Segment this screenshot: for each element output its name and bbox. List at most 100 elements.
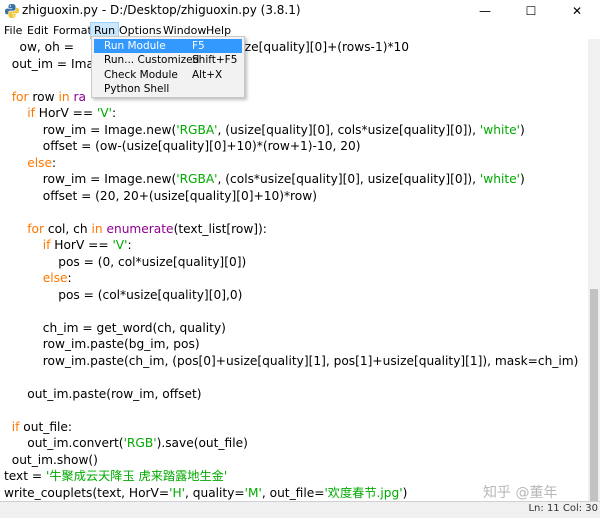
code-token: , out_file=: [261, 486, 325, 500]
menu-bar: File Edit Format Run Options Window Help: [0, 22, 600, 39]
title-bar: zhiguoxin.py - D:/Desktop/zhiguoxin.py (…: [0, 0, 600, 22]
code-token: out_im.paste(row_im, offset): [4, 387, 202, 401]
code-line: out_im.show(): [4, 452, 98, 468]
menu-item-run-module[interactable]: Run Module F5: [94, 39, 242, 53]
code-token: :: [51, 156, 57, 170]
code-token: 'V': [96, 106, 112, 120]
code-token: row_im.paste(bg_im, pos): [4, 337, 200, 351]
code-token: out_file:: [19, 420, 73, 434]
code-token: row_im = Image.new(: [4, 172, 177, 186]
code-token: pos = (col*usize[quality][0],0): [4, 288, 243, 302]
code-token: 'RGB': [123, 436, 157, 450]
code-token: for: [11, 90, 29, 104]
code-token: enumerate: [106, 222, 174, 236]
menu-item-label: Check Module: [104, 69, 178, 81]
menu-item-run-customized[interactable]: Run... Customized Shift+F5: [94, 53, 242, 67]
code-token: 'V': [112, 238, 128, 252]
code-token: ): [402, 486, 408, 500]
scrollbar-thumb[interactable]: [590, 289, 598, 501]
code-token: for: [27, 222, 45, 236]
menu-edit[interactable]: Edit: [24, 22, 51, 39]
code-token: offset = (ow-(usize[quality][0]+10)*(row…: [4, 139, 361, 153]
code-editor[interactable]: ow, oh = 0+rows*usize[quality][0]+(rows-…: [0, 39, 588, 501]
code-line: write_couplets(text, HorV='H', quality='…: [4, 485, 407, 501]
code-token: :: [127, 238, 132, 252]
vertical-scrollbar[interactable]: [588, 39, 600, 501]
code-token: if: [27, 106, 35, 120]
code-line: out_im.paste(row_im, offset): [4, 386, 202, 402]
code-token: 'white': [479, 123, 520, 137]
minimize-button[interactable]: —: [462, 0, 508, 22]
code-token: else: [27, 156, 52, 170]
code-token: pos = (0, col*usize[quality][0]): [4, 255, 247, 269]
code-token: 'H': [169, 486, 185, 500]
watermark: 知乎 @董年: [483, 485, 558, 501]
code-token: row_im = Image.new(: [4, 123, 177, 137]
code-line: row_im.paste(ch_im, (pos[0]+usize[qualit…: [4, 353, 579, 369]
code-line: row_im = Image.new('RGBA', (usize[qualit…: [4, 122, 525, 138]
menu-item-check-module[interactable]: Check Module Alt+X: [94, 68, 242, 82]
code-token: ).save(out_file): [156, 436, 248, 450]
code-line: pos = (0, col*usize[quality][0]): [4, 254, 246, 270]
code-token: 'white': [479, 172, 520, 186]
code-line: pos = (col*usize[quality][0],0): [4, 287, 242, 303]
code-token: row: [28, 90, 59, 104]
menu-item-python-shell[interactable]: Python Shell: [94, 82, 242, 96]
menu-item-shortcut: F5: [192, 40, 205, 52]
code-line: if HorV == 'V':: [4, 105, 116, 121]
code-line: row_im = Image.new('RGBA', (cols*usize[q…: [4, 171, 525, 187]
code-token: 'RGBA': [176, 172, 218, 186]
code-line: ch_im = get_word(ch, quality): [4, 320, 226, 336]
minimize-icon: —: [479, 4, 491, 18]
menu-file[interactable]: File: [1, 22, 25, 39]
code-line: if HorV == 'V':: [4, 237, 132, 253]
python-icon: [4, 3, 20, 19]
code-token: HorV ==: [34, 106, 97, 120]
code-token: offset = (20, 20+(usize[quality][0]+10)*…: [4, 189, 317, 203]
code-token: write_couplets(text, HorV=: [4, 486, 170, 500]
menu-item-shortcut: Alt+X: [192, 69, 223, 81]
code-token: out_im = Ima: [4, 57, 94, 71]
cursor-position: Ln: 11 Col: 30: [528, 503, 598, 514]
maximize-button[interactable]: ☐: [508, 0, 554, 22]
code-token: 'RGBA': [176, 123, 218, 137]
code-line: if out_file:: [4, 419, 72, 435]
code-token: , (cols*usize[quality][0], usize[quality…: [217, 172, 480, 186]
code-token: :: [112, 106, 117, 120]
code-token: HorV ==: [50, 238, 113, 252]
code-token: '牛聚成云天降玉 虎来踏露地生金': [46, 469, 228, 483]
code-line: for row in ra: [4, 89, 86, 105]
close-icon: ✕: [571, 4, 583, 18]
code-line: else:: [4, 270, 72, 286]
code-token: ra: [73, 90, 86, 104]
maximize-icon: ☐: [525, 4, 537, 18]
code-token: , quality=: [184, 486, 245, 500]
code-token: out_im.convert(: [4, 436, 124, 450]
code-line: else:: [4, 155, 56, 171]
code-token: else: [42, 271, 68, 285]
code-token: text =: [4, 469, 47, 483]
code-line: offset = (ow-(usize[quality][0]+10)*(row…: [4, 138, 361, 154]
code-token: :: [67, 271, 72, 285]
window-title: zhiguoxin.py - D:/Desktop/zhiguoxin.py (…: [22, 3, 301, 17]
code-line: text = '牛聚成云天降玉 虎来踏露地生金': [4, 468, 227, 484]
code-token: ch_im = get_word(ch, quality): [4, 321, 226, 335]
menu-item-shortcut: Shift+F5: [192, 54, 238, 66]
menu-format[interactable]: Format: [50, 22, 95, 39]
close-button[interactable]: ✕: [554, 0, 600, 22]
code-token: 'M': [244, 486, 262, 500]
code-token: ow, oh =: [4, 40, 78, 54]
menu-item-label: Run Module: [104, 40, 166, 52]
code-line: out_im.convert('RGB').save(out_file): [4, 435, 248, 451]
code-token: out_im.show(): [4, 453, 98, 467]
code-token: '欢度春节.jpg': [324, 486, 403, 500]
code-line: row_im.paste(bg_im, pos): [4, 336, 200, 352]
code-token: in: [58, 90, 70, 104]
code-token: ): [519, 172, 525, 186]
